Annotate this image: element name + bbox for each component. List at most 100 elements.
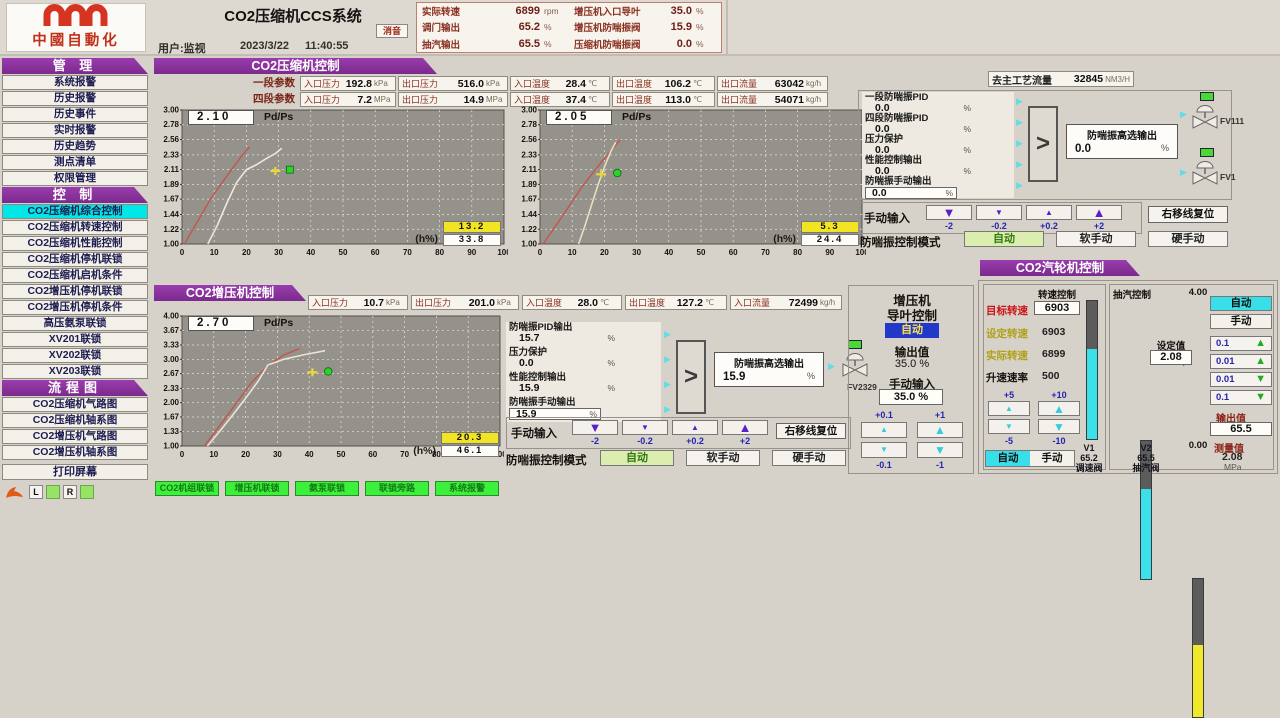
svg-text:40: 40 xyxy=(305,450,314,459)
mode-button[interactable]: 自动 xyxy=(600,450,674,466)
mode-button[interactable]: 自动 xyxy=(964,231,1044,247)
step-button[interactable]: 0.01 ▼ xyxy=(1210,372,1272,387)
vane-manual-value[interactable]: 35.0 % xyxy=(879,389,943,405)
svg-text:20: 20 xyxy=(600,248,609,257)
sidebar-item[interactable]: CO2压缩机性能控制 xyxy=(2,236,148,251)
sidebar-item[interactable]: 测点清单 xyxy=(2,155,148,170)
booster-surge-signals: 防喘振PID输出 15.7% 压力保护 0.0% 性能控制输出 15.9% 防喘… xyxy=(506,322,661,422)
step-button[interactable]: ▼ xyxy=(622,420,668,435)
vane-up-buttons: ▲▲ xyxy=(861,422,963,439)
home-icon[interactable] xyxy=(4,484,26,500)
svg-text:1.89: 1.89 xyxy=(163,180,179,189)
mute-button[interactable]: 消音 xyxy=(376,24,408,38)
step-button[interactable]: ▲ xyxy=(1026,205,1072,220)
step-button[interactable]: ▼ xyxy=(917,442,963,458)
output-value: 65.5 xyxy=(1210,422,1272,436)
sidebar-item[interactable]: 高压氨泵联锁 xyxy=(2,316,148,331)
svg-text:80: 80 xyxy=(793,248,802,257)
mode-button[interactable]: 软手动 xyxy=(686,450,760,466)
step-button[interactable]: ▲ xyxy=(1076,205,1122,220)
sidebar-item[interactable]: CO2压缩机启机条件 xyxy=(2,268,148,283)
svg-text:2.33: 2.33 xyxy=(521,150,537,159)
interlock-button[interactable]: 联锁旁路 xyxy=(365,481,429,496)
sidebar-item[interactable]: 实时报警 xyxy=(2,123,148,138)
sidebar-item[interactable]: 权限管理 xyxy=(2,171,148,186)
mode-button[interactable]: 手动 xyxy=(1030,451,1074,466)
step-button[interactable]: ▼ xyxy=(861,442,907,458)
mode-button[interactable]: 自动 xyxy=(1210,296,1272,311)
stat-unit: % xyxy=(540,22,564,32)
step-button[interactable]: 0.01 ▲ xyxy=(1210,354,1272,369)
vane-mode-button[interactable]: 自动 xyxy=(885,323,939,338)
sidebar-item[interactable]: 历史报警 xyxy=(2,91,148,106)
mode-button[interactable]: 软手动 xyxy=(1056,231,1136,247)
interlock-button[interactable]: 系统报警 xyxy=(435,481,499,496)
svg-text:4.00: 4.00 xyxy=(163,312,179,321)
mode-button[interactable]: 硬手动 xyxy=(772,450,846,466)
interlock-button[interactable]: CO2机组联锁 xyxy=(155,481,219,496)
step-button[interactable]: ▲ xyxy=(1038,401,1080,416)
left-screen-button[interactable]: L xyxy=(29,485,43,499)
interlock-button[interactable]: 氨泵联锁 xyxy=(295,481,359,496)
valve-value: 65.2 xyxy=(1072,453,1106,463)
sidebar-item[interactable]: 系统报警 xyxy=(2,75,148,90)
step-button[interactable]: ▼ xyxy=(926,205,972,220)
sidebar-item[interactable]: CO2压缩机气路图 xyxy=(2,397,148,412)
step-button[interactable]: ▲ xyxy=(861,422,907,438)
step-button[interactable]: ▼ xyxy=(988,419,1030,434)
mode-button[interactable]: 自动 xyxy=(986,451,1030,466)
step-button[interactable]: 0.1 ▲ xyxy=(1210,336,1272,351)
svg-text:1.00: 1.00 xyxy=(163,240,179,249)
svg-text:50: 50 xyxy=(697,248,706,257)
svg-text:100: 100 xyxy=(497,248,508,257)
mode-button[interactable]: 硬手动 xyxy=(1148,231,1228,247)
pressure-ratio-value: 2.10 xyxy=(188,110,254,125)
sidebar-item[interactable]: CO2压缩机轴系图 xyxy=(2,413,148,428)
param-unit: ℃ xyxy=(600,298,618,307)
setpoint-value[interactable]: 2.08 xyxy=(1150,350,1192,365)
step-button[interactable]: 0.1 ▼ xyxy=(1210,390,1272,405)
reset-right-line-button[interactable]: 右移线复位 xyxy=(776,423,846,439)
stat-label: 实际转速 xyxy=(422,4,504,18)
reset-right-line-button[interactable]: 右移线复位 xyxy=(1148,206,1228,223)
sidebar-item[interactable]: XV203联锁 xyxy=(2,364,148,379)
svg-text:0: 0 xyxy=(538,248,543,257)
step-button[interactable]: ▲ xyxy=(988,401,1030,416)
sidebar-item[interactable]: CO2压缩机停机联锁 xyxy=(2,252,148,267)
sidebar-item[interactable]: CO2增压机气路图 xyxy=(2,429,148,444)
param-label: 出口压力 xyxy=(415,296,451,309)
sidebar-section-header: 控 制 xyxy=(2,187,148,203)
step-button[interactable]: ▼ xyxy=(976,205,1022,220)
sidebar-item[interactable]: 历史事件 xyxy=(2,107,148,122)
svg-text:80: 80 xyxy=(435,248,444,257)
svg-text:10: 10 xyxy=(209,450,218,459)
sidebar-section: 控 制 CO2压缩机综合控制 CO2压缩机转速控制 CO2压缩机性能控制 CO2… xyxy=(2,187,148,379)
interlock-button[interactable]: 增压机联锁 xyxy=(225,481,289,496)
sidebar-item[interactable]: 历史趋势 xyxy=(2,139,148,154)
step-button[interactable]: ▲ xyxy=(672,420,718,435)
pressure-ratio-label: Pd/Ps xyxy=(264,111,293,123)
booster-params: 入口压力 10.7 kPa 出口压力 201.0 kPa 入口温度 28.0 ℃… xyxy=(308,295,842,310)
sidebar-item[interactable]: CO2压缩机综合控制 xyxy=(2,204,148,219)
sidebar-item[interactable]: CO2增压机停机联锁 xyxy=(2,284,148,299)
valve-icon xyxy=(1188,102,1222,132)
step-button[interactable]: ▲ xyxy=(722,420,768,435)
step-button[interactable]: ▼ xyxy=(1038,419,1080,434)
sidebar-item[interactable]: XV202联锁 xyxy=(2,348,148,363)
print-screen-button[interactable]: 打印屏幕 xyxy=(2,464,148,480)
step-button[interactable]: ▼ xyxy=(572,420,618,435)
target-speed-value[interactable]: 6903 xyxy=(1034,301,1080,315)
sidebar-item[interactable]: XV201联锁 xyxy=(2,332,148,347)
sidebar-item[interactable]: CO2增压机轴系图 xyxy=(2,445,148,460)
right-screen-button[interactable]: R xyxy=(63,485,77,499)
header-divider xyxy=(726,0,728,56)
sidebar-section-header: 管 理 xyxy=(2,58,148,74)
high-select-output: 防喘振高选输出 0.0% xyxy=(1066,124,1178,159)
step-button[interactable]: ▲ xyxy=(917,422,963,438)
svg-text:3.33: 3.33 xyxy=(163,341,179,350)
mode-button[interactable]: 手动 xyxy=(1210,314,1272,329)
surge-signal: 防喘振手动输出 0.0% xyxy=(862,176,1014,197)
step-column: ▼ -0.2 xyxy=(622,420,668,446)
sidebar-item[interactable]: CO2压缩机转速控制 xyxy=(2,220,148,235)
sidebar-item[interactable]: CO2增压机停机条件 xyxy=(2,300,148,315)
